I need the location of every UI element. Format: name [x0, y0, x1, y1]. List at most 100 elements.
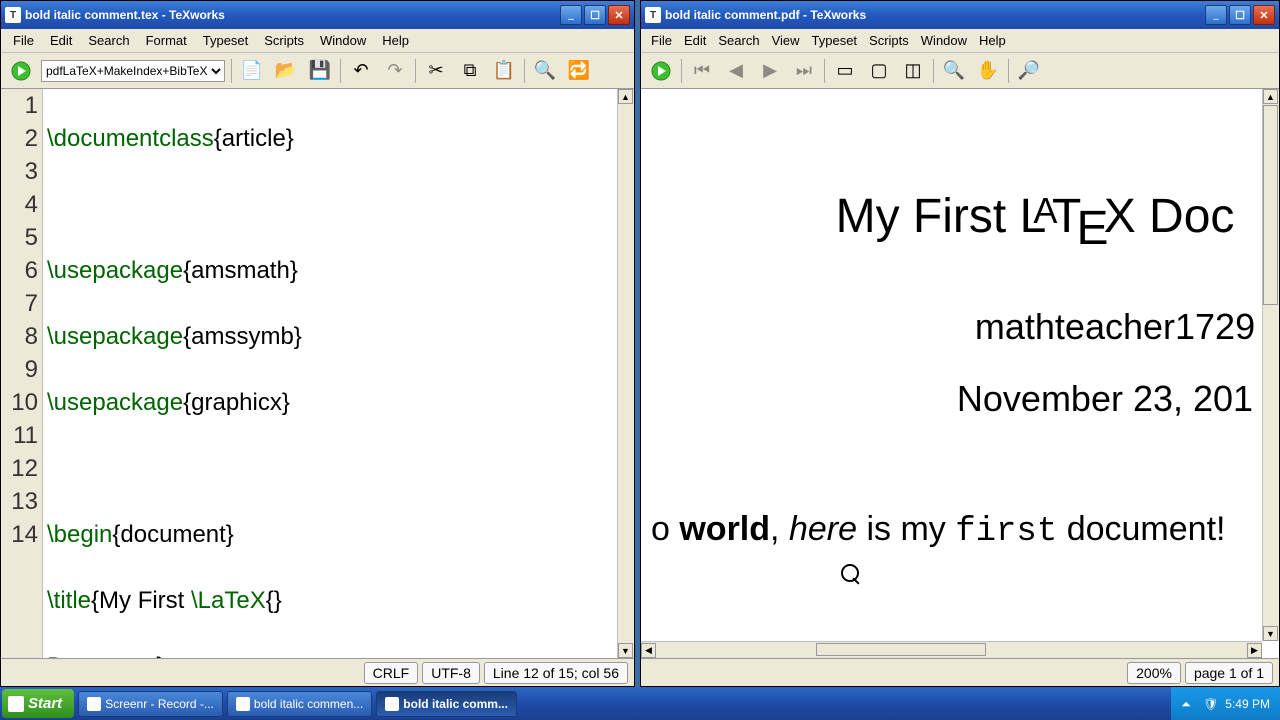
taskbar-item-pdf[interactable]: bold italic comm...	[376, 691, 517, 717]
copy-button[interactable]: ⧉	[456, 57, 484, 85]
windows-flag-icon	[8, 696, 24, 712]
minimize-button[interactable]: _	[1205, 5, 1227, 25]
maximize-button[interactable]: ☐	[1229, 5, 1251, 25]
tray-icon[interactable]: ⏶	[1181, 697, 1195, 711]
code-content[interactable]: \documentclass{article} \usepackage{amsm…	[43, 89, 617, 658]
eol-indicator[interactable]: CRLF	[364, 662, 419, 684]
separator	[1008, 59, 1009, 83]
zoom-indicator[interactable]: 200%	[1127, 662, 1181, 684]
menu-scripts[interactable]: Scripts	[863, 31, 915, 50]
separator	[231, 59, 232, 83]
typeset-button[interactable]	[647, 57, 675, 85]
cut-button[interactable]: ✂	[422, 57, 450, 85]
replace-button[interactable]: 🔁	[565, 57, 593, 85]
viewer-statusbar: 200% page 1 of 1	[641, 658, 1279, 686]
scroll-left-icon[interactable]: ◀	[641, 643, 656, 658]
fit-width-button[interactable]: ▭	[831, 57, 859, 85]
editor-statusbar: CRLF UTF-8 Line 12 of 15; col 56	[1, 658, 634, 686]
vertical-scrollbar[interactable]: ▲ ▼	[617, 89, 634, 658]
menu-help[interactable]: Help	[973, 31, 1012, 50]
menu-file[interactable]: File	[645, 31, 678, 50]
scroll-thumb[interactable]	[1263, 105, 1278, 305]
viewer-menubar: File Edit Search View Typeset Scripts Wi…	[641, 29, 1279, 53]
redo-button[interactable]: ↷	[381, 57, 409, 85]
menu-search[interactable]: Search	[80, 31, 137, 50]
pdf-page: My First LATEX Doc mathteacher1729 Novem…	[641, 89, 1279, 571]
magnify-cursor-icon	[841, 564, 863, 586]
doc-title: My First LATEX Doc	[651, 189, 1269, 256]
new-button[interactable]: 📄	[238, 57, 266, 85]
separator	[681, 59, 682, 83]
pan-tool-button[interactable]: ✋	[974, 57, 1002, 85]
taskbar-item-screenr[interactable]: Screenr - Record -...	[78, 691, 223, 717]
app-icon	[236, 697, 250, 711]
viewer-toolbar: ⏮ ◀ ▶ ⏭ ▭ ▢ ◫ 🔍 ✋ 🔎	[641, 53, 1279, 89]
minimize-button[interactable]: _	[560, 5, 582, 25]
doc-date: November 23, 201	[651, 378, 1269, 420]
horizontal-scrollbar[interactable]: ◀ ▶	[641, 641, 1262, 658]
scroll-up-icon[interactable]: ▲	[1263, 89, 1278, 104]
editor-window: T bold italic comment.tex - TeXworks _ ☐…	[0, 0, 635, 687]
tray-icon[interactable]: 🛡	[1203, 697, 1217, 711]
menu-typeset[interactable]: Typeset	[806, 31, 864, 50]
maximize-button[interactable]: ☐	[584, 5, 606, 25]
menu-scripts[interactable]: Scripts	[256, 31, 312, 50]
menu-help[interactable]: Help	[374, 31, 417, 50]
viewer-window: T bold italic comment.pdf - TeXworks _ ☐…	[640, 0, 1280, 687]
doc-body: o world, here is my first document!	[651, 510, 1269, 551]
typeset-button[interactable]	[7, 57, 35, 85]
editor-menubar: File Edit Search Format Typeset Scripts …	[1, 29, 634, 53]
taskbar-item-tex[interactable]: bold italic commen...	[227, 691, 372, 717]
clock[interactable]: 5:49 PM	[1225, 697, 1270, 711]
last-page-button[interactable]: ⏭	[790, 57, 818, 85]
first-page-button[interactable]: ⏮	[688, 57, 716, 85]
menu-view[interactable]: View	[766, 31, 806, 50]
scroll-up-icon[interactable]: ▲	[618, 89, 633, 104]
editor-toolbar: pdfLaTeX+MakeIndex+BibTeX 📄 📂 💾 ↶ ↷ ✂ ⧉ …	[1, 53, 634, 89]
find-button[interactable]: 🔍	[531, 57, 559, 85]
undo-button[interactable]: ↶	[347, 57, 375, 85]
editor-title: bold italic comment.tex - TeXworks	[25, 8, 560, 22]
menu-format[interactable]: Format	[138, 31, 195, 50]
actual-size-button[interactable]: ◫	[899, 57, 927, 85]
viewer-title: bold italic comment.pdf - TeXworks	[665, 8, 1205, 22]
separator	[933, 59, 934, 83]
taskbar: Start Screenr - Record -... bold italic …	[0, 687, 1280, 720]
code-editor[interactable]: 1 2 3 4 5 6 7 8 9 10 11 12 13 14 \docume…	[1, 89, 634, 658]
menu-window[interactable]: Window	[915, 31, 973, 50]
cursor-position: Line 12 of 15; col 56	[484, 662, 628, 684]
encoding-indicator[interactable]: UTF-8	[422, 662, 480, 684]
page-indicator[interactable]: page 1 of 1	[1185, 662, 1273, 684]
doc-author: mathteacher1729	[651, 306, 1269, 348]
scroll-down-icon[interactable]: ▼	[618, 643, 633, 658]
system-tray[interactable]: ⏶ 🛡 5:49 PM	[1171, 687, 1280, 720]
prev-page-button[interactable]: ◀	[722, 57, 750, 85]
source-button[interactable]: 🔎	[1015, 57, 1043, 85]
fit-page-button[interactable]: ▢	[865, 57, 893, 85]
scroll-thumb[interactable]	[816, 643, 986, 656]
pdf-viewport[interactable]: My First LATEX Doc mathteacher1729 Novem…	[641, 89, 1279, 658]
magnify-tool-button[interactable]: 🔍	[940, 57, 968, 85]
save-button[interactable]: 💾	[306, 57, 334, 85]
close-button[interactable]: ✕	[608, 5, 630, 25]
editor-titlebar: T bold italic comment.tex - TeXworks _ ☐…	[1, 1, 634, 29]
menu-file[interactable]: File	[5, 31, 42, 50]
app-icon	[87, 697, 101, 711]
menu-edit[interactable]: Edit	[678, 31, 712, 50]
scroll-down-icon[interactable]: ▼	[1263, 626, 1278, 641]
next-page-button[interactable]: ▶	[756, 57, 784, 85]
menu-search[interactable]: Search	[712, 31, 765, 50]
vertical-scrollbar[interactable]: ▲ ▼	[1262, 89, 1279, 641]
separator	[824, 59, 825, 83]
menu-window[interactable]: Window	[312, 31, 374, 50]
close-button[interactable]: ✕	[1253, 5, 1275, 25]
viewer-titlebar: T bold italic comment.pdf - TeXworks _ ☐…	[641, 1, 1279, 29]
typeset-engine-select[interactable]: pdfLaTeX+MakeIndex+BibTeX	[41, 60, 225, 82]
menu-edit[interactable]: Edit	[42, 31, 80, 50]
app-icon: T	[5, 7, 21, 23]
scroll-right-icon[interactable]: ▶	[1247, 643, 1262, 658]
paste-button[interactable]: 📋	[490, 57, 518, 85]
menu-typeset[interactable]: Typeset	[195, 31, 257, 50]
open-button[interactable]: 📂	[272, 57, 300, 85]
start-button[interactable]: Start	[2, 689, 74, 718]
